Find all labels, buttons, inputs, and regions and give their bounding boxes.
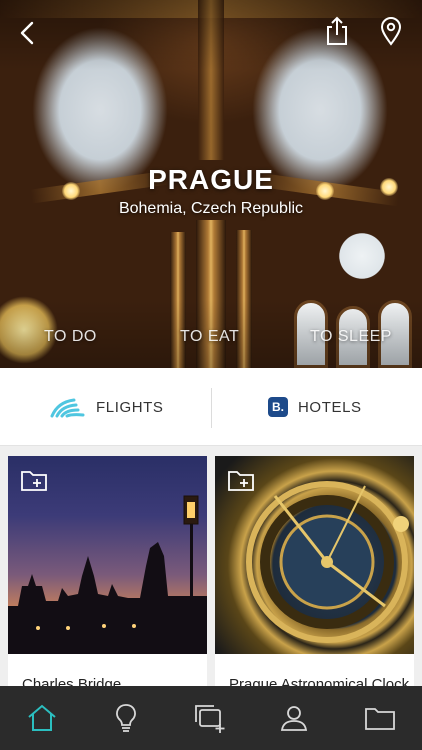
tab-folders[interactable] (338, 686, 422, 750)
attraction-photo (215, 456, 414, 654)
city-subtitle: Bohemia, Czech Republic (118, 200, 304, 217)
tab-profile[interactable] (252, 686, 336, 750)
city-title: PRAGUE (148, 164, 274, 195)
lightbulb-icon (116, 704, 136, 732)
tab-to-sleep[interactable]: TO SLEEP (310, 328, 392, 346)
hotels-button[interactable]: B. HOTELS (268, 368, 362, 446)
booking-bar: FLIGHTS B. HOTELS (0, 368, 422, 446)
attraction-card[interactable]: Charles Bridge (8, 456, 207, 696)
folder-add-icon[interactable] (227, 468, 255, 492)
chevron-left-icon (20, 21, 34, 45)
flights-label: FLIGHTS (96, 398, 164, 416)
add-collection-icon (195, 705, 225, 733)
flights-button[interactable]: FLIGHTS (50, 368, 164, 446)
home-icon (28, 704, 56, 731)
share-icon (327, 16, 347, 45)
tab-ideas[interactable] (84, 686, 168, 750)
location-button[interactable] (374, 14, 408, 48)
top-bar (0, 0, 422, 64)
hotels-label: HOTELS (298, 398, 362, 416)
map-pin-icon (380, 17, 402, 46)
tab-home[interactable] (0, 686, 84, 750)
tab-to-eat[interactable]: TO EAT (180, 328, 239, 346)
share-button[interactable] (320, 14, 354, 48)
attraction-photo (8, 456, 207, 654)
folder-icon (365, 708, 395, 730)
profile-icon (280, 706, 308, 731)
bottom-tab-bar (0, 686, 422, 750)
category-tabs: TO DO TO EAT TO SLEEP (0, 328, 422, 358)
booking-logo-icon: B. (268, 397, 288, 417)
folder-add-icon[interactable] (20, 468, 48, 492)
hero-image: PRAGUE Bohemia, Czech Republic TO DO TO … (0, 0, 422, 368)
attraction-cards: Charles Bridge Prague Astronomical Clock (0, 446, 422, 696)
attraction-card[interactable]: Prague Astronomical Clock (215, 456, 414, 696)
city-guide-screen: PRAGUE Bohemia, Czech Republic TO DO TO … (0, 0, 422, 750)
tab-to-do[interactable]: TO DO (44, 328, 97, 346)
booking-divider (211, 388, 212, 428)
back-button[interactable] (10, 16, 44, 50)
tab-add-collection[interactable] (168, 686, 252, 750)
skyscanner-icon (50, 398, 85, 418)
